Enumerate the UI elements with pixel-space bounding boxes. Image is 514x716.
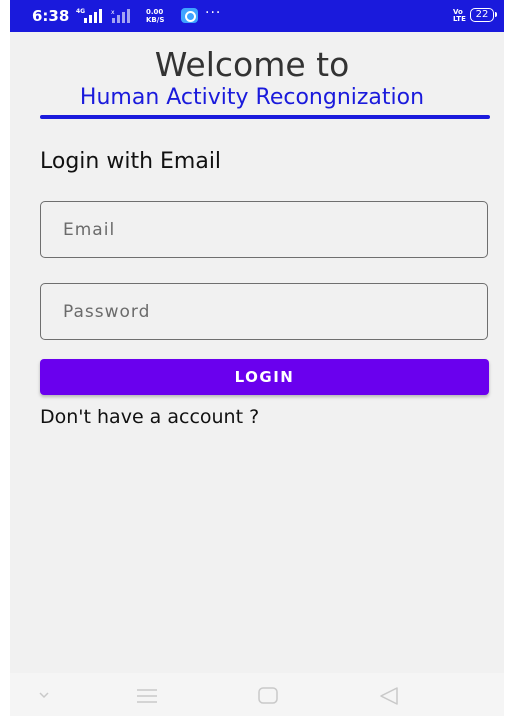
login-button[interactable]: LOGIN [40,359,489,395]
svg-text:x: x [111,9,115,16]
login-heading: Login with Email [40,149,222,174]
email-field[interactable] [40,201,488,258]
phone-screen: 6:38 4G x 0.00 KB/S ··· Vo LTE 22 Welcom… [10,0,504,716]
home-icon[interactable] [248,673,288,716]
signup-link[interactable]: Don't have a account ? [40,406,259,428]
back-icon[interactable] [369,673,409,716]
volte-indicator: Vo LTE [453,9,466,23]
status-bar: 6:38 4G x 0.00 KB/S ··· Vo LTE 22 [10,0,504,32]
signal-icon [84,9,102,23]
app-notification-icon [181,8,198,23]
menu-icon[interactable] [127,673,167,716]
navigation-bar [10,673,504,716]
app-subtitle: Human Activity Recongnization [79,85,425,110]
title-underline [40,115,490,119]
volte-bottom: LTE [453,15,466,23]
data-speed-value: 0.00 [146,8,164,16]
data-speed-unit: KB/S [146,16,165,24]
password-field[interactable] [40,283,488,340]
more-notifications-icon: ··· [205,5,222,21]
chevron-down-icon[interactable] [24,673,64,716]
battery-icon: 22 [470,8,497,22]
welcome-title: Welcome to [154,45,350,84]
status-time: 6:38 [32,7,70,25]
signal-icon-secondary: x [111,9,130,23]
